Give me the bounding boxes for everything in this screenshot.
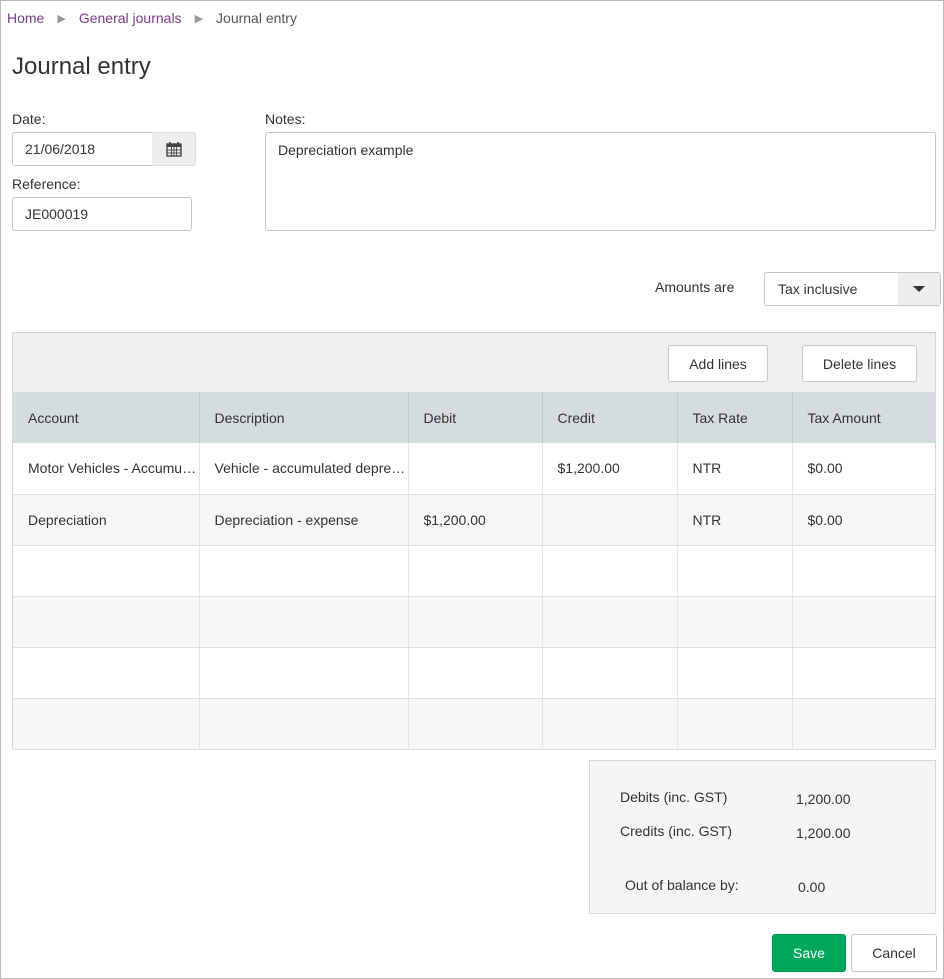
triangle-right-icon: ▶	[57, 12, 66, 25]
credits-label: Credits (inc. GST)	[620, 823, 733, 839]
cell-debit[interactable]	[408, 443, 543, 495]
out-of-balance-label: Out of balance by:	[625, 877, 739, 893]
breadcrumb-current: Journal entry	[216, 10, 297, 26]
amounts-are-label: Amounts are	[655, 279, 735, 295]
journal-lines-table: Account Description Debit Credit Tax Rat…	[13, 392, 935, 750]
cell-tax-amount[interactable]	[792, 698, 935, 750]
cell-account[interactable]	[13, 647, 200, 699]
cell-description[interactable]	[199, 698, 409, 750]
table-header-row: Account Description Debit Credit Tax Rat…	[13, 392, 935, 443]
debits-label: Debits (inc. GST)	[620, 789, 728, 805]
cell-account[interactable]	[13, 545, 200, 597]
cell-tax-rate[interactable]	[677, 698, 793, 750]
credits-value: 1,200.00	[796, 825, 851, 841]
cell-tax-amount[interactable]: $0.00	[792, 443, 935, 495]
cell-debit[interactable]: $1,200.00	[408, 494, 543, 546]
cell-credit[interactable]	[542, 647, 678, 699]
cell-tax-rate[interactable]: NTR	[677, 443, 793, 495]
cell-tax-amount[interactable]	[792, 596, 935, 648]
table-row[interactable]: Motor Vehicles - Accumulated Depreciatio…	[13, 443, 935, 495]
cell-account[interactable]: Motor Vehicles - Accumulated Depreciatio…	[13, 443, 200, 495]
breadcrumb: Home ▶ General journals ▶ Journal entry	[7, 10, 297, 26]
reference-label: Reference:	[12, 176, 81, 192]
amounts-are-select[interactable]: Tax inclusive	[764, 272, 941, 306]
cell-account[interactable]	[13, 698, 200, 750]
cell-description[interactable]	[199, 596, 409, 648]
calendar-button[interactable]	[152, 132, 196, 166]
notes-label: Notes:	[265, 111, 306, 127]
cell-debit[interactable]	[408, 596, 543, 648]
column-header-account[interactable]: Account	[13, 392, 200, 443]
table-row[interactable]	[13, 596, 935, 648]
column-header-debit[interactable]: Debit	[408, 392, 543, 443]
totals-panel: Debits (inc. GST) 1,200.00 Credits (inc.…	[589, 760, 936, 914]
breadcrumb-general-journals-link[interactable]: General journals	[79, 10, 182, 26]
cell-credit[interactable]	[542, 596, 678, 648]
debits-value: 1,200.00	[796, 791, 851, 807]
cell-credit[interactable]: $1,200.00	[542, 443, 678, 495]
cell-description[interactable]: Vehicle - accumulated depreciation	[199, 443, 409, 495]
triangle-right-icon: ▶	[194, 12, 204, 25]
cell-description[interactable]	[199, 545, 409, 597]
cell-tax-rate[interactable]: NTR	[677, 494, 793, 546]
cell-description[interactable]	[199, 647, 409, 699]
cell-debit[interactable]	[408, 647, 543, 699]
delete-lines-button[interactable]: Delete lines	[802, 345, 917, 382]
column-header-tax-rate[interactable]: Tax Rate	[677, 392, 793, 443]
cell-tax-amount[interactable]	[792, 545, 935, 597]
cell-account[interactable]: Depreciation	[13, 494, 200, 546]
date-label: Date:	[12, 111, 46, 127]
cell-debit[interactable]	[408, 698, 543, 750]
cell-tax-rate[interactable]	[677, 596, 793, 648]
cell-tax-rate[interactable]	[677, 647, 793, 699]
cell-account[interactable]	[13, 596, 200, 648]
date-field[interactable]: 21/06/2018	[12, 132, 153, 166]
out-of-balance-value: 0.00	[798, 879, 826, 895]
cell-debit[interactable]	[408, 545, 543, 597]
journal-lines-grid: Add lines Delete lines Account Descripti…	[12, 332, 936, 750]
table-row[interactable]	[13, 545, 935, 597]
table-row[interactable]	[13, 698, 935, 750]
cancel-button[interactable]: Cancel	[851, 934, 937, 972]
cell-credit[interactable]	[542, 545, 678, 597]
column-header-description[interactable]: Description	[199, 392, 409, 443]
column-header-tax-amount[interactable]: Tax Amount	[792, 392, 935, 443]
chevron-down-icon	[913, 286, 925, 292]
cell-description[interactable]: Depreciation - expense	[199, 494, 409, 546]
table-row[interactable]: Depreciation Depreciation - expense $1,2…	[13, 494, 935, 546]
breadcrumb-home-link[interactable]: Home	[7, 10, 44, 26]
notes-field[interactable]: Depreciation example	[265, 132, 936, 231]
reference-field[interactable]: JE000019	[12, 197, 192, 231]
cell-tax-amount[interactable]: $0.00	[792, 494, 935, 546]
cell-credit[interactable]	[542, 494, 678, 546]
save-button[interactable]: Save	[772, 934, 846, 972]
add-lines-button[interactable]: Add lines	[668, 345, 768, 382]
cell-tax-amount[interactable]	[792, 647, 935, 699]
amounts-are-value: Tax inclusive	[778, 281, 858, 297]
dropdown-toggle[interactable]	[898, 273, 940, 305]
column-header-credit[interactable]: Credit	[542, 392, 678, 443]
cell-tax-rate[interactable]	[677, 545, 793, 597]
page-title: Journal entry	[12, 53, 151, 80]
calendar-icon	[165, 142, 182, 157]
table-row[interactable]	[13, 647, 935, 699]
cell-credit[interactable]	[542, 698, 678, 750]
